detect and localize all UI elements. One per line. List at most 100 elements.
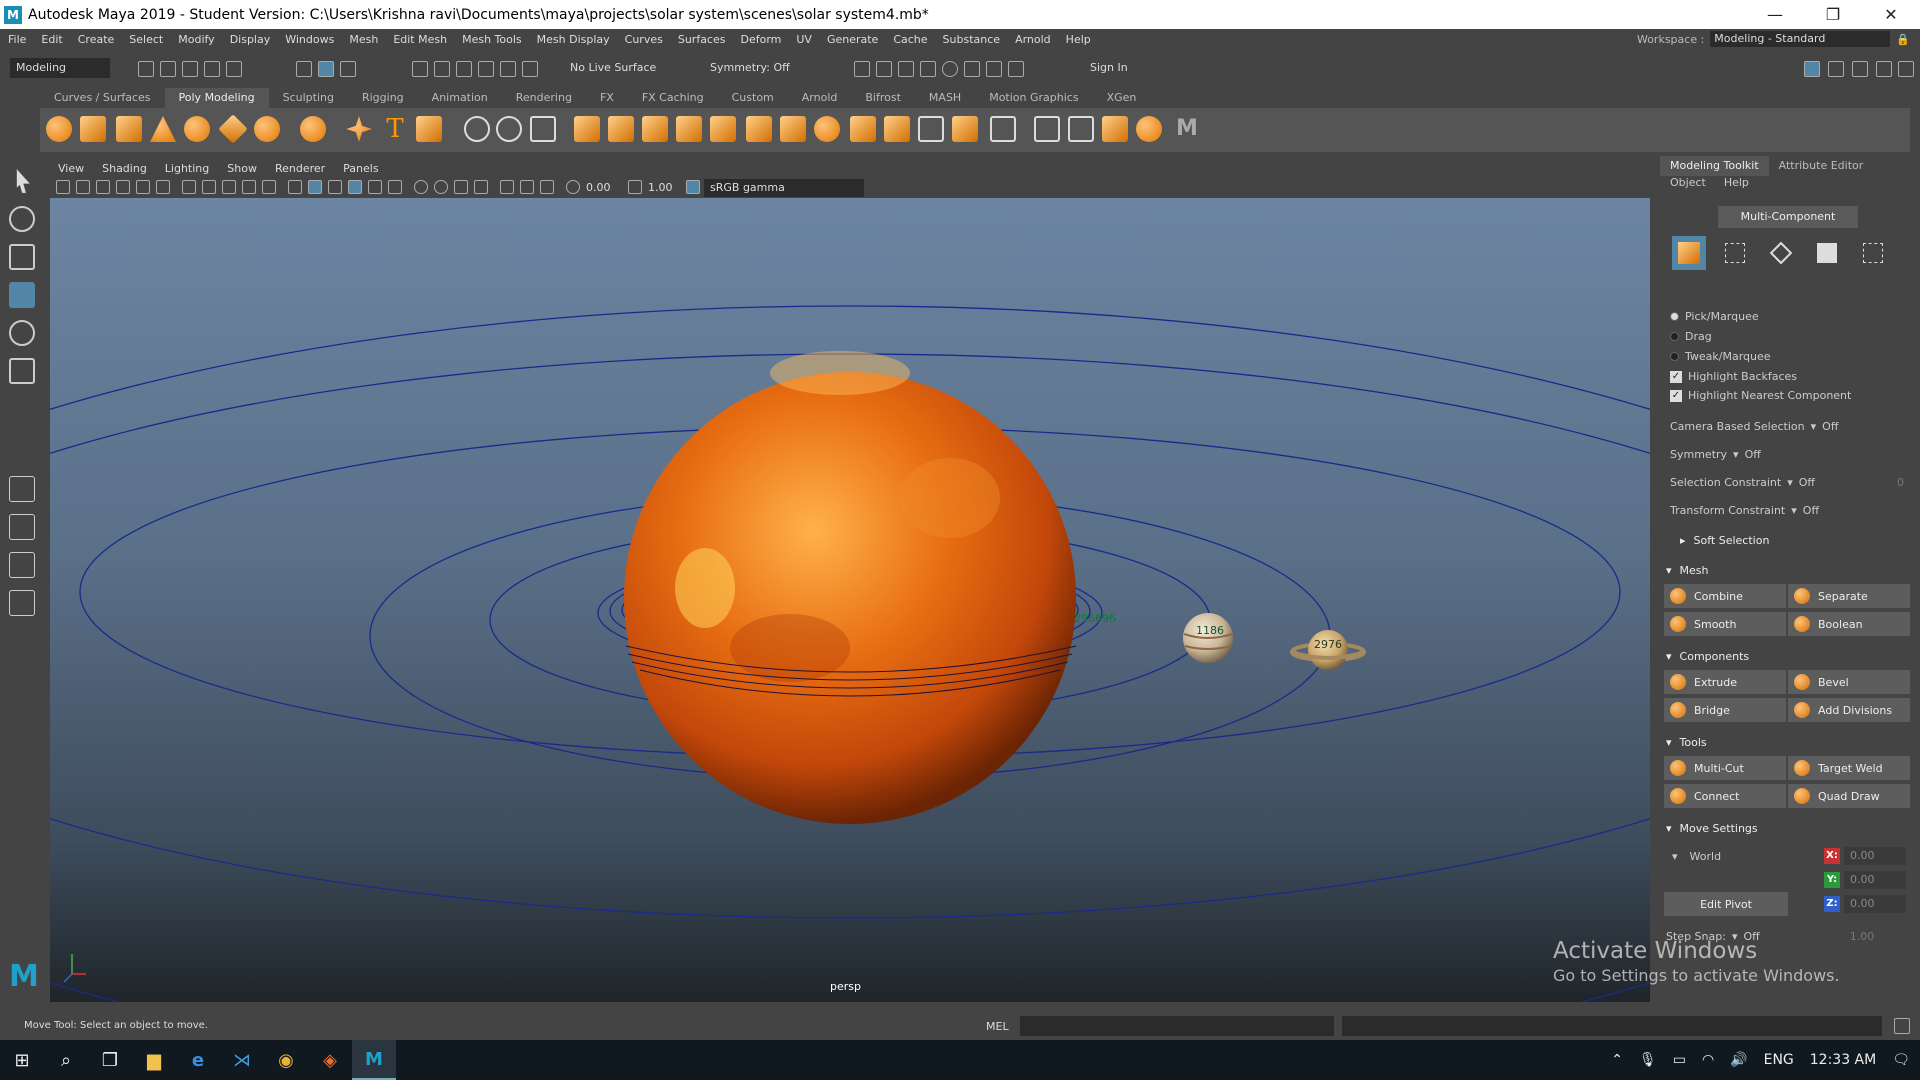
extract-shelf-icon[interactable]: [642, 116, 668, 142]
wireframe-icon[interactable]: [288, 180, 302, 194]
script-editor-icon[interactable]: [1894, 1018, 1910, 1034]
mel-toggle[interactable]: MEL: [986, 1020, 1009, 1033]
edit-pivot-button[interactable]: Edit Pivot: [1664, 892, 1788, 916]
poly-cube-icon[interactable]: [80, 116, 106, 142]
minimize-button[interactable]: —: [1746, 0, 1804, 29]
chrome-icon[interactable]: ◉: [264, 1040, 308, 1080]
symmetry-value[interactable]: Off: [1745, 448, 1761, 461]
maximize-button[interactable]: ❐: [1804, 0, 1862, 29]
select-by-object-icon[interactable]: [318, 61, 334, 77]
textured-icon[interactable]: [348, 180, 362, 194]
panel-menu-view[interactable]: View: [58, 162, 84, 175]
grease-pencil-icon[interactable]: [156, 180, 170, 194]
menu-edit[interactable]: Edit: [41, 33, 62, 46]
tab-curves-surfaces[interactable]: Curves / Surfaces: [40, 88, 165, 108]
vertex-mode-icon[interactable]: [1718, 236, 1752, 270]
soft-select-icon[interactable]: [530, 116, 556, 142]
exposure-icon[interactable]: [566, 180, 580, 194]
lock-icon[interactable]: 🔒: [1896, 33, 1910, 46]
ambient-occlusion-icon[interactable]: [414, 180, 428, 194]
move-tool-icon[interactable]: [9, 282, 35, 308]
connect-button[interactable]: Connect: [1664, 784, 1786, 808]
2d-pan-zoom-icon[interactable]: [136, 180, 150, 194]
camera-based-selection-value[interactable]: Off: [1822, 420, 1838, 433]
sculpt-icon[interactable]: [464, 116, 490, 142]
snap-live-icon[interactable]: [500, 61, 516, 77]
bevel-shelf-icon[interactable]: [746, 116, 772, 142]
mirror-shelf-icon[interactable]: [850, 116, 876, 142]
super-shape-icon[interactable]: [346, 116, 372, 142]
new-scene-icon[interactable]: [138, 61, 154, 77]
smooth-button[interactable]: Smooth: [1664, 612, 1786, 636]
persp-outliner-layout-icon[interactable]: [9, 552, 35, 578]
tab-rendering[interactable]: Rendering: [502, 88, 586, 108]
undo-icon[interactable]: [204, 61, 220, 77]
windows-start-icon[interactable]: ⊞: [0, 1040, 44, 1080]
menu-help[interactable]: Help: [1066, 33, 1091, 46]
render-sequence-icon[interactable]: [876, 61, 892, 77]
smooth-shade-icon[interactable]: [308, 180, 322, 194]
camera-based-map-shelf-icon[interactable]: [1136, 116, 1162, 142]
selection-constraint-number[interactable]: 0: [1897, 476, 1904, 489]
snap-to-view-plane-icon[interactable]: [478, 61, 494, 77]
render-settings-icon[interactable]: [920, 61, 936, 77]
toolkit-menu-object[interactable]: Object: [1670, 176, 1706, 189]
tab-arnold[interactable]: Arnold: [788, 88, 852, 108]
snap-to-grid-icon[interactable]: [412, 61, 428, 77]
move-settings-section[interactable]: ▾ Move Settings: [1666, 818, 1916, 838]
chevron-down-icon[interactable]: ▾: [1811, 420, 1817, 433]
menu-windows[interactable]: Windows: [285, 33, 334, 46]
tab-motion-graphics[interactable]: Motion Graphics: [975, 88, 1092, 108]
color-management-icon[interactable]: [686, 180, 700, 194]
paint-select-tool-icon[interactable]: [9, 244, 35, 270]
search-icon[interactable]: ⌕: [44, 1040, 88, 1080]
select-tool-icon[interactable]: [496, 116, 522, 142]
wireframe-on-shaded-icon[interactable]: [328, 180, 342, 194]
open-scene-icon[interactable]: [160, 61, 176, 77]
channel-box-toggle-icon[interactable]: [1828, 61, 1844, 77]
menu-substance[interactable]: Substance: [943, 33, 1001, 46]
save-scene-icon[interactable]: [182, 61, 198, 77]
camera-select-icon[interactable]: [56, 180, 70, 194]
boolean-button[interactable]: Boolean: [1788, 612, 1910, 636]
tab-modeling-toolkit[interactable]: Modeling Toolkit: [1660, 156, 1769, 176]
menu-surfaces[interactable]: Surfaces: [678, 33, 726, 46]
viewport-persp[interactable]: 296696 1186 2976 persp: [50, 198, 1650, 1002]
panel-menu-renderer[interactable]: Renderer: [275, 162, 325, 175]
gamma-value[interactable]: 1.00: [648, 181, 673, 194]
object-mode-icon[interactable]: [1672, 236, 1706, 270]
single-perspective-layout-icon[interactable]: [9, 476, 35, 502]
extrude-button[interactable]: Extrude: [1664, 670, 1786, 694]
bevel-button[interactable]: Bevel: [1788, 670, 1910, 694]
menu-modify[interactable]: Modify: [178, 33, 214, 46]
mesh-section[interactable]: ▾ Mesh: [1666, 560, 1916, 580]
maya-home-logo-icon[interactable]: M: [9, 962, 39, 992]
svg-icon[interactable]: [416, 116, 442, 142]
poly-plane-icon[interactable]: [218, 114, 248, 144]
menu-arnold[interactable]: Arnold: [1015, 33, 1051, 46]
panel-menu-panels[interactable]: Panels: [343, 162, 378, 175]
task-view-icon[interactable]: ❐: [88, 1040, 132, 1080]
redo-icon[interactable]: [226, 61, 242, 77]
edge-mode-icon[interactable]: [1764, 236, 1798, 270]
combine-button[interactable]: Combine: [1664, 584, 1786, 608]
xray-joints-icon[interactable]: [540, 180, 554, 194]
jupiter-sphere[interactable]: [1183, 613, 1233, 663]
quad-draw-button[interactable]: Quad Draw: [1788, 784, 1910, 808]
select-by-hierarchy-icon[interactable]: [296, 61, 312, 77]
tab-rigging[interactable]: Rigging: [348, 88, 418, 108]
microphone-icon[interactable]: 🎙: [1639, 1052, 1657, 1068]
mash-logo-icon[interactable]: M: [1174, 116, 1200, 142]
battery-icon[interactable]: ▭: [1673, 1052, 1686, 1068]
chevron-down-icon[interactable]: ▾: [1787, 476, 1793, 489]
smooth-shelf-icon[interactable]: [814, 116, 840, 142]
blender-icon[interactable]: ◈: [308, 1040, 352, 1080]
tweak-marquee-radio[interactable]: [1670, 352, 1679, 361]
snap-to-point-icon[interactable]: [456, 61, 472, 77]
tab-bifrost[interactable]: Bifrost: [851, 88, 915, 108]
toolkit-toggle-icon[interactable]: [1804, 61, 1820, 77]
poly-torus-icon[interactable]: [184, 116, 210, 142]
world-dropdown[interactable]: ▾ World: [1672, 850, 1721, 863]
anti-aliasing-icon[interactable]: [454, 180, 468, 194]
hypershade-icon[interactable]: [942, 61, 958, 77]
